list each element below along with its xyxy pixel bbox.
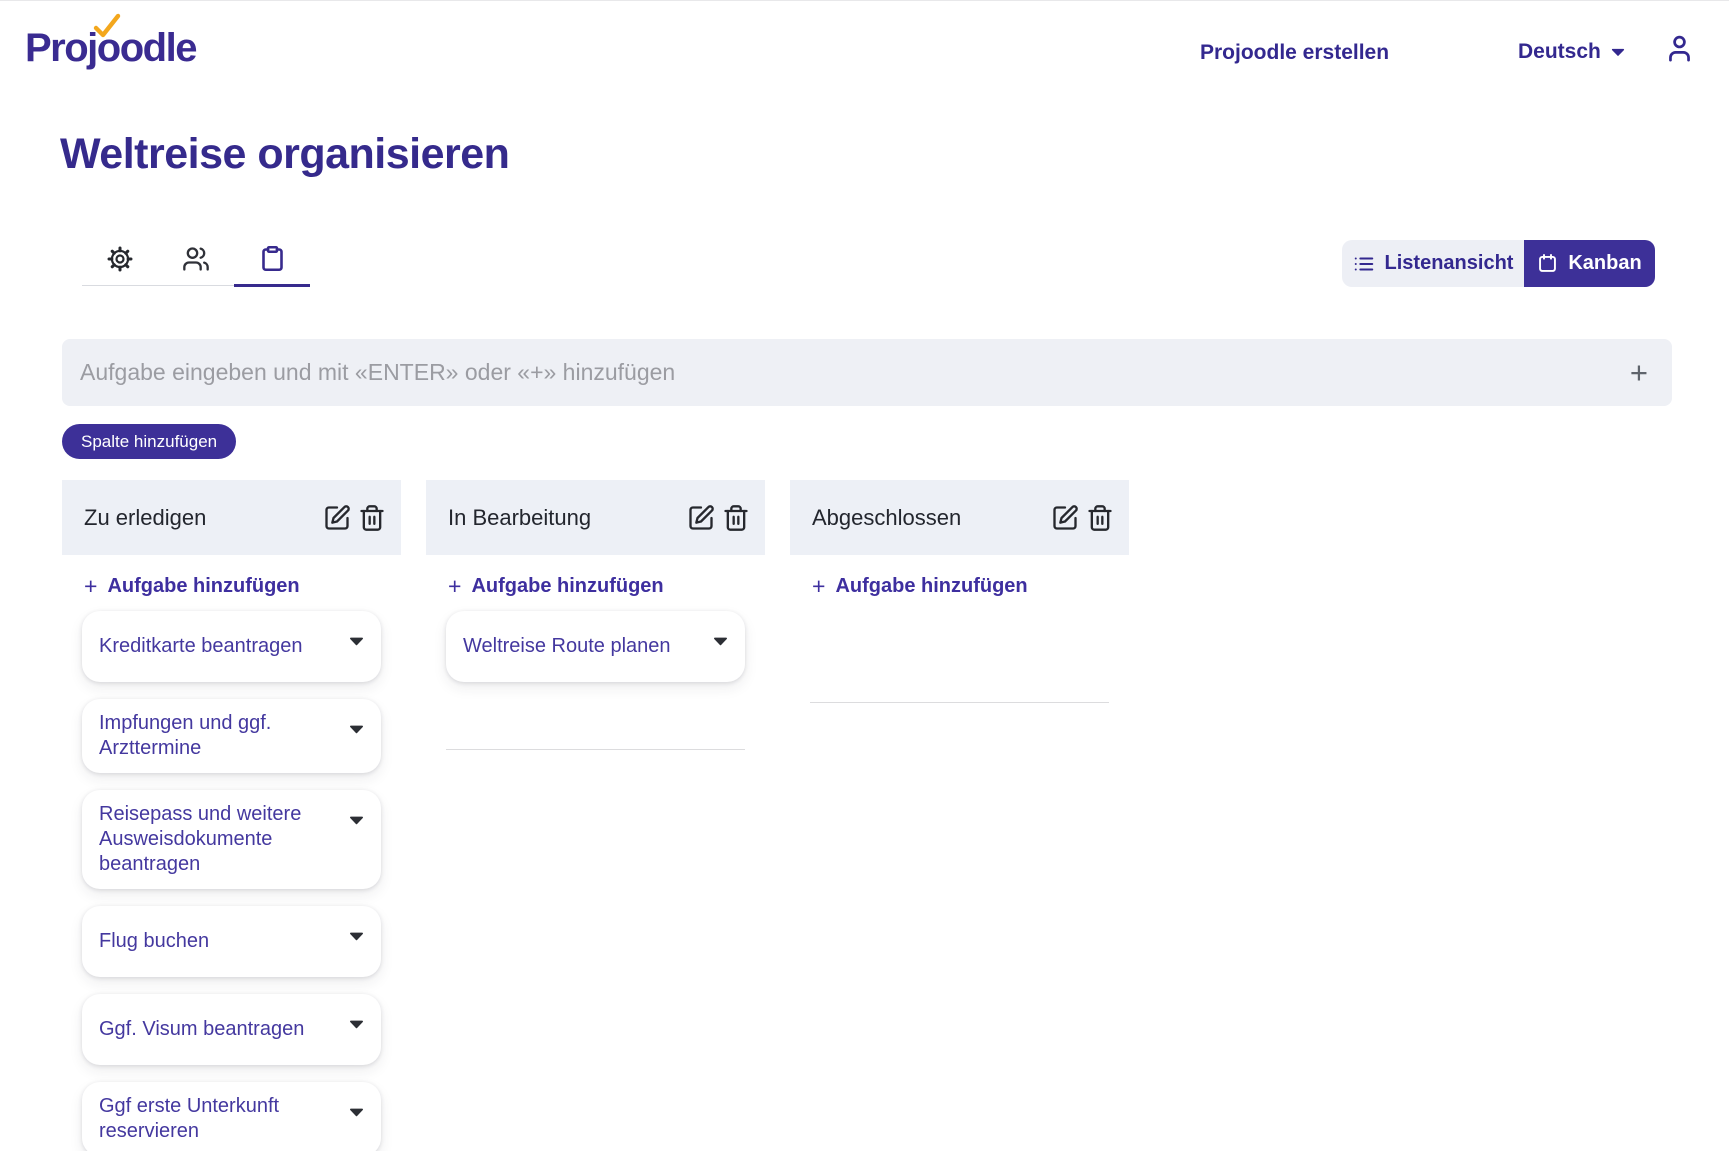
project-tabs: [82, 232, 310, 286]
plus-icon: +: [448, 575, 461, 598]
language-selector[interactable]: Deutsch: [1518, 40, 1625, 64]
caret-down-icon[interactable]: [349, 725, 364, 734]
account-button[interactable]: [1664, 33, 1695, 69]
caret-down-icon[interactable]: [349, 816, 364, 825]
add-column-button[interactable]: Spalte hinzufügen: [62, 424, 236, 459]
card-list: Kreditkarte beantragen Impfungen und ggf…: [82, 611, 381, 1151]
task-card-title: Kreditkarte beantragen: [99, 634, 302, 659]
delete-column-button[interactable]: [1086, 504, 1114, 532]
column-body: + Aufgabe hinzufügen: [790, 555, 1129, 1151]
create-projoodle-button[interactable]: Projoodle erstellen: [1200, 41, 1389, 65]
card-list: Weltreise Route planen: [446, 611, 745, 682]
plus-icon[interactable]: +: [1630, 356, 1648, 387]
column-body: + Aufgabe hinzufügen Kreditkarte beantra…: [62, 555, 401, 1151]
column-title: Zu erledigen: [84, 505, 206, 531]
view-toggle: Listenansicht Kanban: [1342, 240, 1655, 287]
task-card[interactable]: Kreditkarte beantragen: [82, 611, 381, 682]
chevron-down-icon: [1611, 48, 1625, 57]
column-actions: [687, 504, 750, 532]
edit-icon: [687, 504, 715, 532]
list-view-label: Listenansicht: [1385, 252, 1514, 275]
caret-down-icon[interactable]: [349, 1020, 364, 1029]
gear-icon: [106, 245, 134, 273]
tab-members[interactable]: [158, 232, 234, 285]
add-task-button[interactable]: + Aufgabe hinzufügen: [812, 575, 1028, 598]
users-icon: [182, 245, 210, 273]
kanban-board: Zu erledigen +: [62, 480, 1129, 1151]
trash-icon: [722, 504, 750, 532]
column-header: Abgeschlossen: [790, 480, 1129, 555]
task-card-title: Ggf erste Unterkunft reservieren: [99, 1094, 329, 1144]
drop-target-line: [810, 702, 1109, 703]
new-task-placeholder: Aufgabe eingeben und mit «ENTER» oder «+…: [80, 359, 675, 386]
column-actions: [1051, 504, 1114, 532]
trash-icon: [1086, 504, 1114, 532]
caret-down-icon[interactable]: [349, 932, 364, 941]
task-card[interactable]: Reisepass und weitere Ausweisdokumente b…: [82, 790, 381, 889]
add-task-button[interactable]: + Aufgabe hinzufügen: [84, 575, 300, 598]
clipboard-icon: [259, 245, 286, 272]
trash-icon: [358, 504, 386, 532]
tab-board[interactable]: [234, 232, 310, 285]
kanban-column-1: Zu erledigen +: [62, 480, 401, 1151]
edit-icon: [323, 504, 351, 532]
task-card[interactable]: Ggf erste Unterkunft reservieren: [82, 1082, 381, 1151]
add-task-label: Aufgabe hinzufügen: [471, 575, 663, 598]
check-icon: [92, 13, 121, 40]
window-top-divider: [0, 0, 1729, 1]
list-view-button[interactable]: Listenansicht: [1342, 240, 1524, 287]
task-card-title: Ggf. Visum beantragen: [99, 1017, 304, 1042]
caret-down-icon[interactable]: [349, 1108, 364, 1117]
task-card-title: Reisepass und weitere Ausweisdokumente b…: [99, 802, 329, 877]
plus-icon: +: [84, 575, 97, 598]
edit-column-button[interactable]: [1051, 504, 1079, 532]
add-task-button[interactable]: + Aufgabe hinzufügen: [448, 575, 664, 598]
task-card[interactable]: Ggf. Visum beantragen: [82, 994, 381, 1065]
column-actions: [323, 504, 386, 532]
column-header: In Bearbeitung: [426, 480, 765, 555]
add-task-label: Aufgabe hinzufügen: [107, 575, 299, 598]
column-body: + Aufgabe hinzufügen Weltreise Route pla…: [426, 555, 765, 1151]
task-card-title: Impfungen und ggf. Arzttermine: [99, 711, 329, 761]
task-card[interactable]: Flug buchen: [82, 906, 381, 977]
language-label: Deutsch: [1518, 40, 1601, 64]
column-title: Abgeschlossen: [812, 505, 961, 531]
column-header: Zu erledigen: [62, 480, 401, 555]
logo-text: Proj: [25, 26, 97, 70]
drop-target-line: [446, 749, 745, 750]
caret-down-icon[interactable]: [349, 637, 364, 646]
kanban-column-2: In Bearbeitung +: [426, 480, 765, 1151]
add-task-label: Aufgabe hinzufügen: [835, 575, 1027, 598]
tab-settings[interactable]: [82, 232, 158, 285]
projoodle-logo[interactable]: Projoodle: [25, 26, 196, 71]
delete-column-button[interactable]: [358, 504, 386, 532]
caret-down-icon[interactable]: [713, 637, 728, 646]
kanban-calendar-icon: [1537, 253, 1558, 274]
new-task-input[interactable]: Aufgabe eingeben und mit «ENTER» oder «+…: [62, 339, 1672, 406]
column-title: In Bearbeitung: [448, 505, 591, 531]
user-icon: [1664, 33, 1695, 64]
edit-icon: [1051, 504, 1079, 532]
page-title: Weltreise organisieren: [60, 130, 509, 179]
delete-column-button[interactable]: [722, 504, 750, 532]
kanban-view-label: Kanban: [1568, 252, 1641, 275]
kanban-column-3: Abgeschlossen +: [790, 480, 1129, 1151]
kanban-view-button[interactable]: Kanban: [1524, 240, 1655, 287]
task-card-title: Weltreise Route planen: [463, 634, 671, 659]
edit-column-button[interactable]: [687, 504, 715, 532]
edit-column-button[interactable]: [323, 504, 351, 532]
task-card-title: Flug buchen: [99, 929, 209, 954]
logo-text: odle: [120, 26, 196, 70]
list-icon: [1353, 253, 1375, 275]
task-card[interactable]: Weltreise Route planen: [446, 611, 745, 682]
plus-icon: +: [812, 575, 825, 598]
task-card[interactable]: Impfungen und ggf. Arzttermine: [82, 699, 381, 773]
